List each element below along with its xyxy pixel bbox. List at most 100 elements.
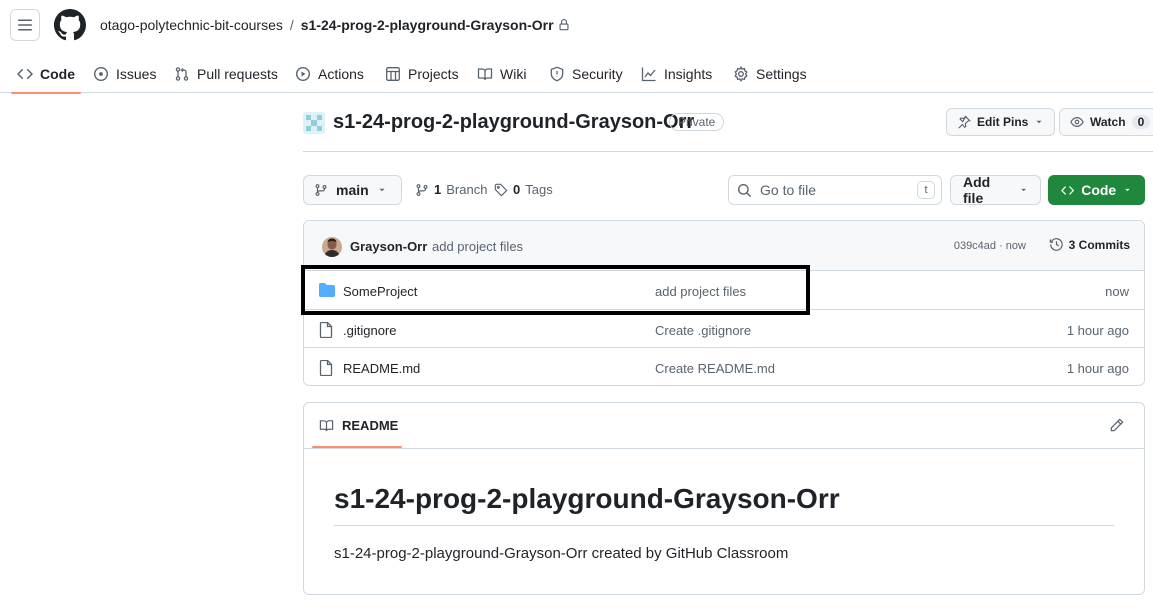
readme-tab[interactable]: README	[319, 418, 398, 433]
tab-label: Insights	[664, 66, 713, 82]
global-header: otago-polytechnic-bit-courses / s1-24-pr…	[0, 0, 1153, 50]
repo-header: s1-24-prog-2-playground-Grayson-Orr Priv…	[303, 108, 1153, 152]
tab-label: Security	[572, 66, 623, 82]
add-file-button[interactable]: Add file	[950, 174, 1041, 206]
book-icon	[477, 68, 493, 81]
tab-label: Projects	[408, 66, 459, 82]
code-button[interactable]: Code	[1048, 175, 1145, 205]
file-row-gitignore[interactable]: .gitignore Create .gitignore 1 hour ago	[304, 310, 1144, 348]
go-to-file-search: t	[728, 175, 942, 205]
code-icon	[17, 68, 33, 80]
github-logo-icon[interactable]	[54, 9, 86, 41]
gear-icon	[734, 66, 748, 82]
breadcrumb: otago-polytechnic-bit-courses / s1-24-pr…	[100, 17, 570, 33]
tags-link[interactable]: 0 Tags	[494, 182, 553, 197]
tab-settings[interactable]: Settings	[733, 55, 807, 93]
readme-body: s1-24-prog-2-playground-Grayson-Orr crea…	[334, 545, 789, 562]
issue-icon	[93, 66, 109, 82]
avatar[interactable]	[322, 237, 342, 257]
file-commit-message[interactable]: Create .gitignore	[655, 323, 751, 338]
folder-icon	[319, 283, 335, 297]
shield-icon	[550, 66, 564, 82]
branch-icon	[315, 184, 327, 196]
play-icon	[295, 66, 311, 82]
readme-tab-label: README	[342, 418, 399, 433]
caret-down-icon	[1036, 120, 1042, 124]
file-table: Grayson-Orr add project files 039c4ad · …	[303, 220, 1145, 386]
tab-label: Code	[40, 66, 75, 82]
lock-icon	[559, 19, 569, 31]
commit-hash-time[interactable]: 039c4ad · now	[954, 240, 1026, 252]
latest-commit-bar: Grayson-Orr add project files 039c4ad · …	[304, 221, 1144, 271]
repo-title[interactable]: s1-24-prog-2-playground-Grayson-Orr	[333, 111, 694, 134]
file-row-readme[interactable]: README.md Create README.md 1 hour ago	[304, 348, 1144, 385]
tag-icon	[494, 183, 508, 196]
tab-label: Pull requests	[197, 66, 278, 82]
branch-icon	[416, 183, 428, 196]
file-icon	[319, 360, 333, 376]
file-commit-message[interactable]: add project files	[655, 284, 746, 299]
tab-label: Wiki	[500, 66, 527, 82]
tab-code[interactable]: Code	[11, 55, 81, 94]
branches-count: 1	[434, 182, 442, 197]
readme-panel: README s1-24-prog-2-playground-Grayson-O…	[303, 402, 1145, 595]
tab-label: Issues	[116, 66, 157, 82]
edit-pins-label: Edit Pins	[977, 115, 1029, 129]
table-icon	[386, 67, 400, 81]
add-file-label: Add file	[963, 174, 991, 206]
repo-avatar-icon	[303, 112, 325, 134]
tab-label: Actions	[318, 66, 364, 82]
file-age: now	[1105, 284, 1129, 299]
commits-count: 3 Commits	[1068, 237, 1130, 252]
menu-button[interactable]	[10, 9, 40, 41]
book-icon	[319, 420, 334, 432]
code-button-label: Code	[1081, 182, 1117, 198]
eye-icon	[1070, 117, 1084, 127]
repo-nav-tabs: Code Issues Pull requests Actions Projec…	[0, 55, 1153, 94]
branches-label: Branch	[446, 182, 488, 197]
breadcrumb-separator: /	[289, 17, 294, 33]
graph-icon	[641, 67, 656, 82]
visibility-badge: Private	[669, 113, 725, 131]
commit-author[interactable]: Grayson-Orr	[350, 239, 427, 254]
tab-wiki[interactable]: Wiki	[477, 55, 526, 93]
file-age: 1 hour ago	[1066, 322, 1129, 338]
file-name[interactable]: .gitignore	[343, 323, 396, 338]
go-to-file-input[interactable]	[760, 182, 910, 198]
shortcut-key-hint: t	[917, 181, 935, 199]
caret-down-icon	[1125, 188, 1130, 192]
tab-projects[interactable]: Projects	[385, 55, 459, 93]
file-name[interactable]: SomeProject	[343, 284, 417, 299]
branches-link[interactable]: 1 Branch	[415, 182, 487, 197]
file-name[interactable]: README.md	[343, 361, 420, 376]
file-commit-message[interactable]: Create README.md	[655, 361, 775, 376]
breadcrumb-owner-link[interactable]: otago-polytechnic-bit-courses	[100, 17, 283, 33]
file-icon	[319, 321, 333, 338]
readme-heading: s1-24-prog-2-playground-Grayson-Orr	[334, 483, 1114, 526]
tab-security[interactable]: Security	[549, 55, 623, 93]
tab-pull-requests[interactable]: Pull requests	[174, 55, 278, 93]
history-icon	[1049, 238, 1063, 251]
tab-insights[interactable]: Insights	[641, 55, 712, 93]
file-age: 1 hour ago	[1066, 361, 1129, 376]
breadcrumb-repo-link[interactable]: s1-24-prog-2-playground-Grayson-Orr	[301, 17, 554, 33]
branch-name: main	[336, 182, 369, 198]
file-row-someproject[interactable]: SomeProject add project files now	[304, 271, 1144, 310]
tags-count: 0	[513, 182, 521, 197]
caret-down-icon	[1021, 188, 1026, 192]
commit-message[interactable]: add project files	[432, 239, 523, 254]
tab-actions[interactable]: Actions	[295, 55, 364, 93]
pencil-icon[interactable]	[1109, 418, 1124, 433]
tags-label: Tags	[525, 182, 553, 197]
branch-selector[interactable]: main	[303, 175, 402, 205]
watch-count: 0	[1131, 115, 1151, 129]
pin-icon	[958, 115, 971, 129]
edit-pins-button[interactable]: Edit Pins	[946, 108, 1056, 136]
code-icon	[1061, 185, 1074, 195]
commits-link[interactable]: 3 Commits	[1049, 237, 1130, 252]
watch-label: Watch	[1090, 115, 1126, 129]
caret-down-icon	[379, 188, 385, 192]
tab-issues[interactable]: Issues	[93, 55, 156, 93]
divider	[304, 448, 1144, 449]
watch-button[interactable]: Watch 0	[1059, 108, 1153, 136]
